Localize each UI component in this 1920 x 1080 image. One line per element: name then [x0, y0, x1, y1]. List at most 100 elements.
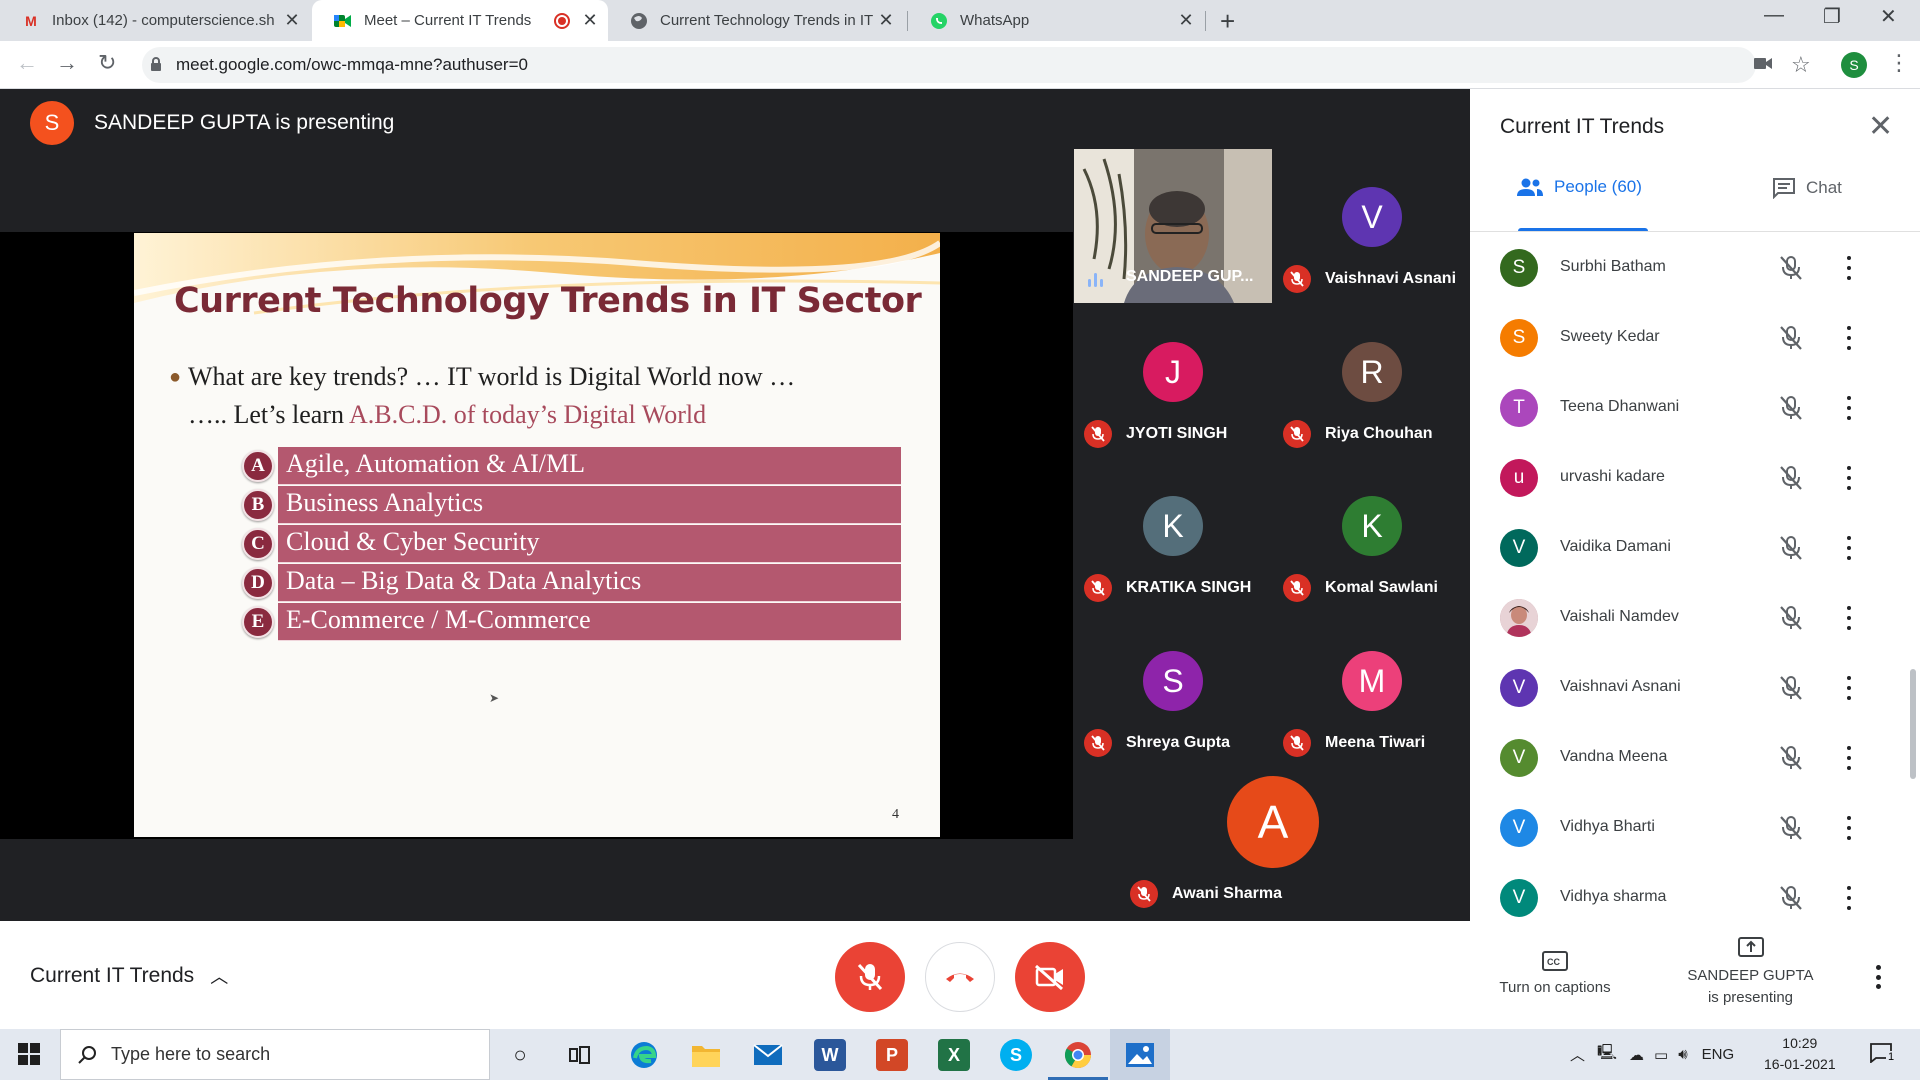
minimize-button[interactable]: — [1764, 4, 1784, 27]
tab-people-label: People (60) [1554, 177, 1642, 196]
close-window-button[interactable]: ✕ [1880, 4, 1897, 29]
tab-people[interactable]: People (60) [1516, 177, 1642, 197]
close-tab-icon[interactable]: ✕ [1174, 10, 1198, 31]
mic-off-icon[interactable] [1778, 535, 1804, 561]
mic-off-icon[interactable] [1778, 815, 1804, 841]
new-tab-button[interactable]: + [1220, 6, 1235, 37]
participant-tile[interactable]: K KRATIKA SINGH [1074, 458, 1272, 612]
maximize-button[interactable]: ❐ [1823, 4, 1841, 29]
participant-list-item[interactable]: V Vidhya Bharti [1470, 807, 1910, 877]
participant-list-item[interactable]: T Teena Dhanwani [1470, 387, 1910, 457]
chevron-up-icon[interactable]: ︿ [1570, 1044, 1585, 1065]
presentation-slide: Current Technology Trends in IT Sector ●… [134, 233, 940, 837]
participant-list-item[interactable]: V Vandna Meena [1470, 737, 1910, 807]
windows-start-icon[interactable] [18, 1043, 40, 1065]
more-options-icon[interactable] [1842, 253, 1856, 283]
address-bar[interactable]: meet.google.com/owc-mmqa-mne?authuser=0 [142, 47, 1756, 83]
mail-icon[interactable] [752, 1039, 784, 1071]
mic-off-icon[interactable] [1778, 605, 1804, 631]
meeting-details-button[interactable]: Current IT Trends ︿ [30, 963, 228, 989]
more-options-icon[interactable] [1842, 463, 1856, 493]
presenting-button[interactable]: SANDEEP GUPTA is presenting [1668, 937, 1833, 1009]
tab-whatsapp[interactable]: WhatsApp ✕ [908, 0, 1204, 41]
mic-off-icon[interactable] [1778, 885, 1804, 911]
participant-tile[interactable]: J JYOTI SINGH [1074, 304, 1272, 458]
cortana-icon[interactable]: ○ [504, 1039, 536, 1071]
battery-icon[interactable]: ▭ [1654, 1046, 1668, 1064]
participant-tile[interactable]: M Meena Tiwari [1273, 613, 1471, 767]
task-view-icon[interactable] [564, 1039, 596, 1071]
participant-name: KRATIKA SINGH [1126, 579, 1252, 596]
close-tab-icon[interactable]: ✕ [280, 10, 304, 31]
participant-tile[interactable]: S Shreya Gupta [1074, 613, 1272, 767]
camera-blocked-icon[interactable] [1754, 57, 1772, 70]
participant-tile[interactable]: R Riya Chouhan [1273, 304, 1471, 458]
mic-toggle-button[interactable] [835, 942, 905, 1012]
mic-off-icon[interactable] [1778, 465, 1804, 491]
back-button[interactable]: ← [16, 50, 38, 76]
mic-off-icon [1283, 420, 1311, 448]
close-panel-icon[interactable]: ✕ [1868, 109, 1893, 144]
edge-icon[interactable] [628, 1039, 660, 1071]
participant-list-item[interactable]: V Vaishnavi Asnani [1470, 667, 1910, 737]
notification-center-icon[interactable]: 1 [1870, 1043, 1897, 1065]
people-icon [1517, 178, 1543, 196]
participant-list-item[interactable]: V Vidhya sharma [1470, 877, 1910, 920]
browser-menu-icon[interactable]: ⋮ [1888, 50, 1910, 76]
volume-icon[interactable]: 🔊︎ [1678, 1046, 1687, 1063]
leave-call-button[interactable] [925, 942, 995, 1012]
more-options-icon[interactable] [1842, 743, 1856, 773]
tab-gmail[interactable]: M Inbox (142) - computerscience.sh ✕ [0, 0, 310, 41]
reload-button[interactable]: ↻ [98, 50, 116, 76]
tab-chat[interactable]: Chat [1772, 177, 1842, 199]
powerpoint-icon[interactable]: P [876, 1039, 908, 1071]
participant-list-item[interactable]: V Vaidika Damani [1470, 527, 1910, 597]
network-pc-icon[interactable]: 🖳 [1597, 1042, 1617, 1067]
chat-icon [1773, 178, 1795, 199]
onedrive-icon[interactable]: ☁ [1629, 1046, 1644, 1064]
participant-tile[interactable]: V Vaishnavi Asnani [1273, 149, 1471, 303]
list-letter-badge: A [242, 450, 274, 482]
participant-list-item[interactable]: S Sweety Kedar [1470, 317, 1910, 387]
bookmark-star-icon[interactable]: ☆ [1791, 52, 1811, 78]
skype-icon[interactable]: S [1000, 1039, 1032, 1071]
more-options-icon[interactable] [1875, 965, 1881, 989]
participant-list-item[interactable]: u urvashi kadare [1470, 457, 1910, 527]
tab-meet[interactable]: Meet – Current IT Trends ✕ [312, 0, 608, 41]
participant-list-item[interactable]: Vaishali Namdev [1470, 597, 1910, 667]
close-tab-icon[interactable]: ✕ [874, 10, 898, 31]
participant-video-tile[interactable]: SANDEEP GUP... [1074, 149, 1272, 303]
more-options-icon[interactable] [1842, 603, 1856, 633]
participant-tile[interactable]: K Komal Sawlani [1273, 458, 1471, 612]
captions-button[interactable]: CC Turn on captions [1480, 945, 1630, 999]
language-indicator[interactable]: ENG [1702, 1046, 1735, 1063]
people-list[interactable]: S Surbhi Batham S Sweety Kedar T Teena Dhanwa… [1470, 232, 1920, 920]
camera-toggle-button[interactable] [1015, 942, 1085, 1012]
close-tab-icon[interactable]: ✕ [578, 10, 602, 31]
participant-tile[interactable]: A Awani Sharma [1120, 766, 1425, 921]
screen-share-view[interactable]: Current Technology Trends in IT Sector ●… [0, 232, 1073, 839]
tab-slides[interactable]: Current Technology Trends in IT S ✕ [608, 0, 904, 41]
more-options-icon[interactable] [1842, 533, 1856, 563]
file-explorer-icon[interactable] [690, 1039, 722, 1071]
profile-avatar[interactable]: S [1841, 52, 1867, 78]
scrollbar[interactable] [1910, 669, 1916, 779]
mic-off-icon[interactable] [1778, 325, 1804, 351]
chrome-icon[interactable] [1062, 1039, 1094, 1071]
photos-icon[interactable] [1124, 1039, 1156, 1071]
mic-off-icon[interactable] [1778, 745, 1804, 771]
more-options-icon[interactable] [1842, 393, 1856, 423]
clock[interactable]: 10:29 16-01-2021 [1764, 1033, 1836, 1075]
more-options-icon[interactable] [1842, 883, 1856, 913]
more-options-icon[interactable] [1842, 673, 1856, 703]
more-options-icon[interactable] [1842, 323, 1856, 353]
forward-button[interactable]: → [56, 50, 78, 76]
mic-off-icon[interactable] [1778, 255, 1804, 281]
more-options-icon[interactable] [1842, 813, 1856, 843]
taskbar-search-input[interactable]: Type here to search [60, 1029, 490, 1080]
mic-off-icon[interactable] [1778, 675, 1804, 701]
word-icon[interactable]: W [814, 1039, 846, 1071]
excel-icon[interactable]: X [938, 1039, 970, 1071]
participant-list-item[interactable]: S Surbhi Batham [1470, 247, 1910, 317]
mic-off-icon[interactable] [1778, 395, 1804, 421]
